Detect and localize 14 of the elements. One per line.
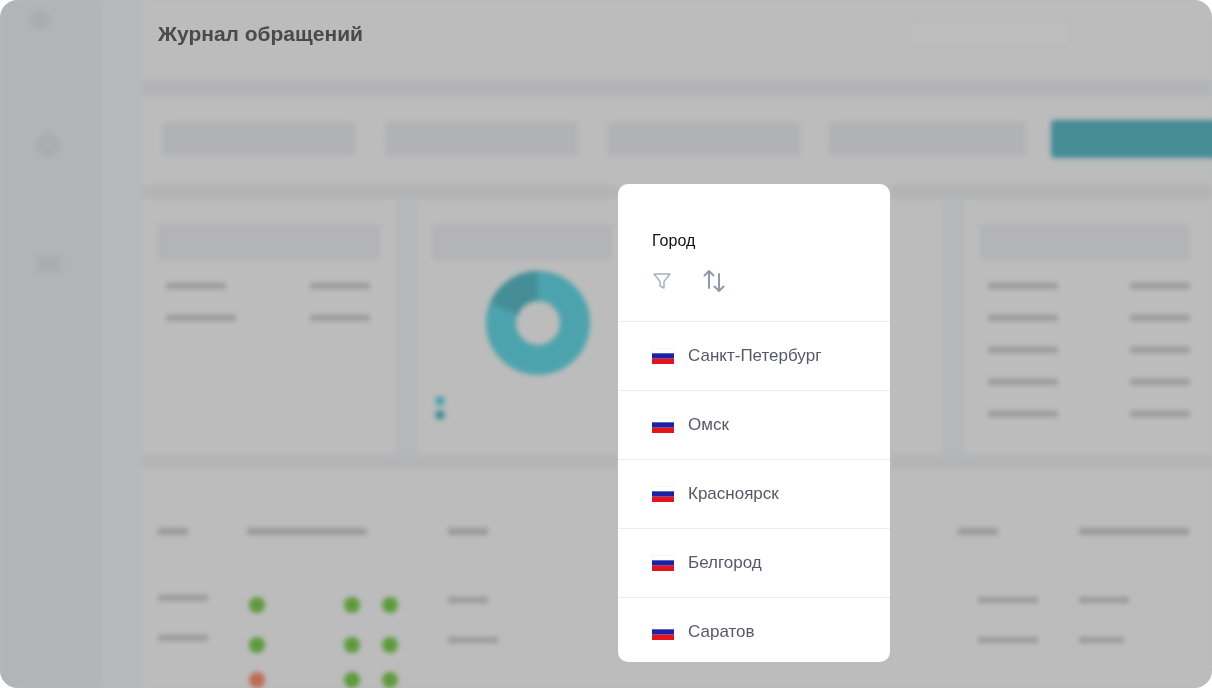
column-title: Город [652, 232, 697, 250]
flag-icon [652, 624, 674, 640]
flag-icon [652, 486, 674, 502]
city-item[interactable]: Белгород [618, 529, 890, 598]
sort-icon[interactable] [702, 268, 726, 294]
page-title: Журнал обращений [158, 22, 363, 46]
flag-icon [652, 555, 674, 571]
city-item[interactable]: Санкт-Петербург [618, 322, 890, 391]
city-item[interactable]: Омск [618, 391, 890, 460]
city-item[interactable]: Красноярск [618, 460, 890, 529]
flag-icon [652, 348, 674, 364]
city-item[interactable]: Саратов [618, 598, 890, 662]
flag-icon [652, 417, 674, 433]
filter-icon[interactable] [652, 271, 672, 291]
